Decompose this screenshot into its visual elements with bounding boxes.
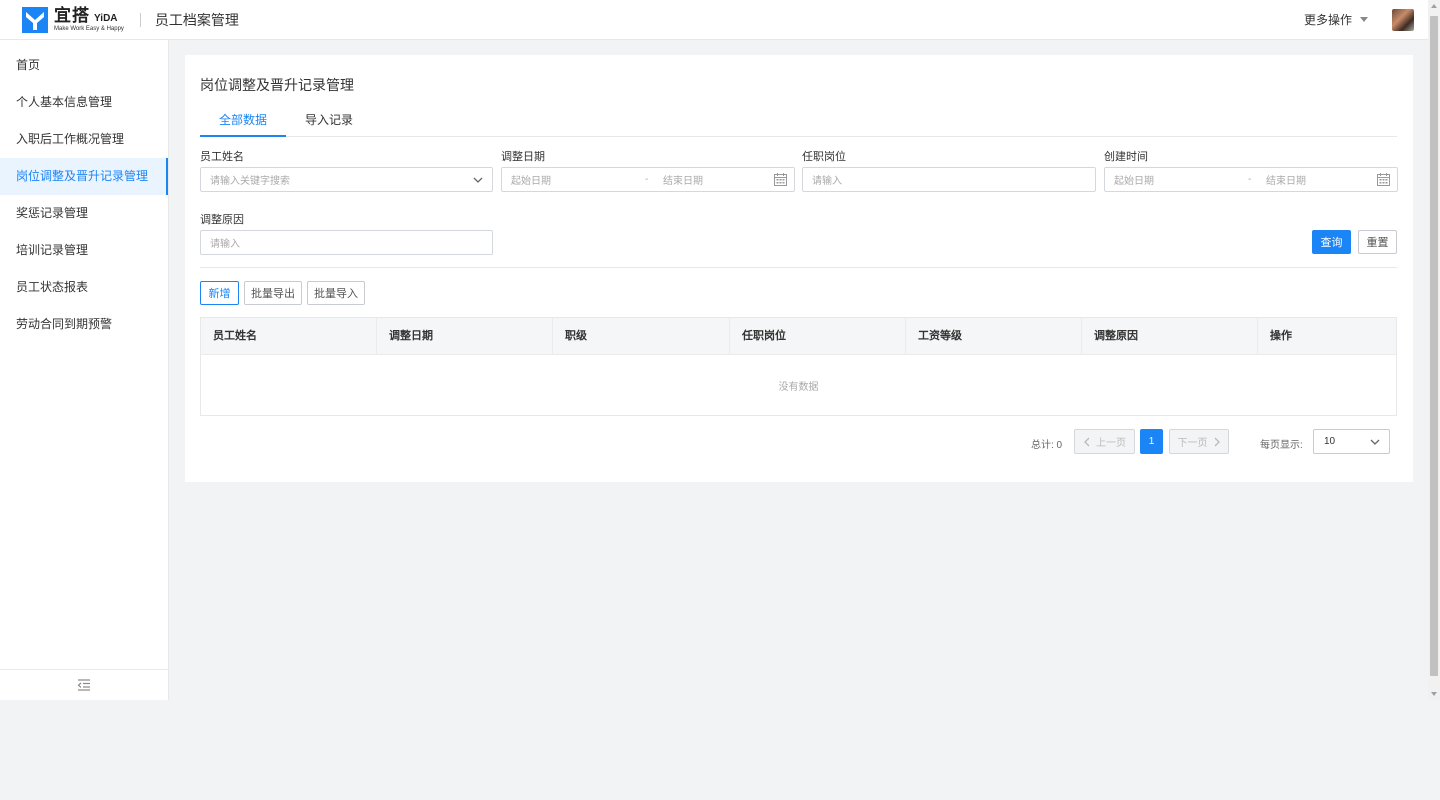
page-title: 岗位调整及晋升记录管理 [200,77,354,93]
collapse-sidebar-icon[interactable] [77,679,91,691]
scroll-down-icon[interactable] [1431,692,1437,696]
tab-import-records[interactable]: 导入记录 [286,113,372,137]
position-label: 任职岗位 [802,151,846,163]
column-header[interactable]: 任职岗位 [730,318,906,354]
more-operations-label: 更多操作 [1303,13,1352,27]
caret-down-icon [1360,17,1368,22]
reason-label: 调整原因 [200,214,244,226]
column-header[interactable]: 操作 [1258,318,1396,354]
next-page-button[interactable]: 下一页 [1169,429,1229,454]
table-header: 员工姓名 调整日期 职级 任职岗位 工资等级 调整原因 操作 [201,318,1396,355]
more-operations-dropdown[interactable]: 更多操作 [1304,11,1368,28]
next-page-label: 下一页 [1177,438,1208,449]
page-size-select[interactable]: 10 [1313,429,1390,454]
created-time-end: 结束日期 [1266,176,1306,187]
top-header: 宜搭 YiDA Make Work Easy & Happy 员工档案管理 更多操… [0,0,1440,40]
column-header[interactable]: 调整原因 [1082,318,1258,354]
column-header[interactable]: 职级 [553,318,730,354]
yida-logo[interactable]: 宜搭 YiDA Make Work Easy & Happy [22,6,124,33]
sidebar-item-work-overview[interactable]: 入职后工作概况管理 [0,121,168,158]
chevron-down-icon [1370,439,1380,445]
calendar-icon [774,173,787,186]
position-placeholder: 请输入 [812,176,842,187]
logo-cn: 宜搭 [54,6,90,25]
sidebar-item-rewards-penalties[interactable]: 奖惩记录管理 [0,195,168,232]
reason-placeholder: 请输入 [210,239,240,250]
sidebar-item-personal-info[interactable]: 个人基本信息管理 [0,84,168,121]
batch-export-button[interactable]: 批量导出 [244,281,302,305]
column-header[interactable]: 工资等级 [906,318,1082,354]
adjust-date-end: 结束日期 [663,176,703,187]
header-right: 更多操作 [1304,8,1414,31]
adjust-date-range[interactable]: 起始日期 - 结束日期 [501,167,795,192]
main-card: 岗位调整及晋升记录管理 全部数据 导入记录 员工姓名 请输入关键字搜索 调整日期… [185,55,1413,482]
sidebar-nav: 首页 个人基本信息管理 入职后工作概况管理 岗位调整及晋升记录管理 奖惩记录管理… [0,40,168,343]
prev-page-button[interactable]: 上一页 [1074,429,1135,454]
user-avatar[interactable] [1392,8,1414,31]
sidebar-item-home[interactable]: 首页 [0,47,168,84]
tab-bar: 全部数据 导入记录 [200,113,1397,137]
page-number-current[interactable]: 1 [1140,429,1163,454]
created-time-start: 起始日期 [1114,176,1154,187]
page-size-label: 每页显示: [1260,440,1303,451]
position-input[interactable]: 请输入 [802,167,1096,192]
app-title: 员工档案管理 [154,11,239,28]
sidebar-item-contract-expiry[interactable]: 劳动合同到期预警 [0,306,168,343]
page-scrollbar[interactable] [1428,0,1440,700]
scroll-up-icon[interactable] [1431,4,1437,8]
yida-logo-icon [22,6,48,33]
created-time-label: 创建时间 [1104,151,1148,163]
add-button[interactable]: 新增 [200,281,239,305]
sidebar-item-position-adjustment[interactable]: 岗位调整及晋升记录管理 [0,158,168,195]
tab-all-data[interactable]: 全部数据 [200,113,287,137]
column-header[interactable]: 调整日期 [377,318,553,354]
column-header[interactable]: 员工姓名 [201,318,377,354]
logo-text: 宜搭 YiDA Make Work Easy & Happy [54,7,124,32]
pagination-total: 总计: 0 [1031,440,1063,451]
query-button[interactable]: 查询 [1312,230,1351,254]
sidebar: 首页 个人基本信息管理 入职后工作概况管理 岗位调整及晋升记录管理 奖惩记录管理… [0,40,169,700]
scroll-thumb[interactable] [1430,16,1438,676]
logo-slogan: Make Work Easy & Happy [54,26,124,32]
chevron-down-icon [473,177,483,183]
prev-page-label: 上一页 [1096,438,1126,449]
employee-name-select[interactable]: 请输入关键字搜索 [200,167,493,192]
filter-divider [200,267,1397,268]
calendar-icon [1377,173,1390,186]
sidebar-item-training[interactable]: 培训记录管理 [0,232,168,269]
created-time-range[interactable]: 起始日期 - 结束日期 [1104,167,1398,192]
records-table: 员工姓名 调整日期 职级 任职岗位 工资等级 调整原因 操作 没有数据 [200,317,1397,416]
logo-en: YiDA [94,13,118,24]
page-size-value: 10 [1324,436,1336,447]
adjust-date-separator: - [645,174,649,185]
created-time-separator: - [1248,174,1252,185]
reset-button[interactable]: 重置 [1358,230,1397,254]
sidebar-item-status-report[interactable]: 员工状态报表 [0,269,168,306]
chevron-left-icon [1084,437,1090,446]
chevron-right-icon [1214,437,1220,446]
empty-state: 没有数据 [778,381,819,393]
adjust-date-start: 起始日期 [511,176,551,187]
employee-name-label: 员工姓名 [200,151,244,163]
adjust-date-label: 调整日期 [501,151,545,163]
employee-name-placeholder: 请输入关键字搜索 [210,176,290,187]
reason-input[interactable]: 请输入 [200,230,493,255]
header-divider [139,12,141,27]
sidebar-footer [0,669,168,700]
batch-import-button[interactable]: 批量导入 [307,281,365,305]
